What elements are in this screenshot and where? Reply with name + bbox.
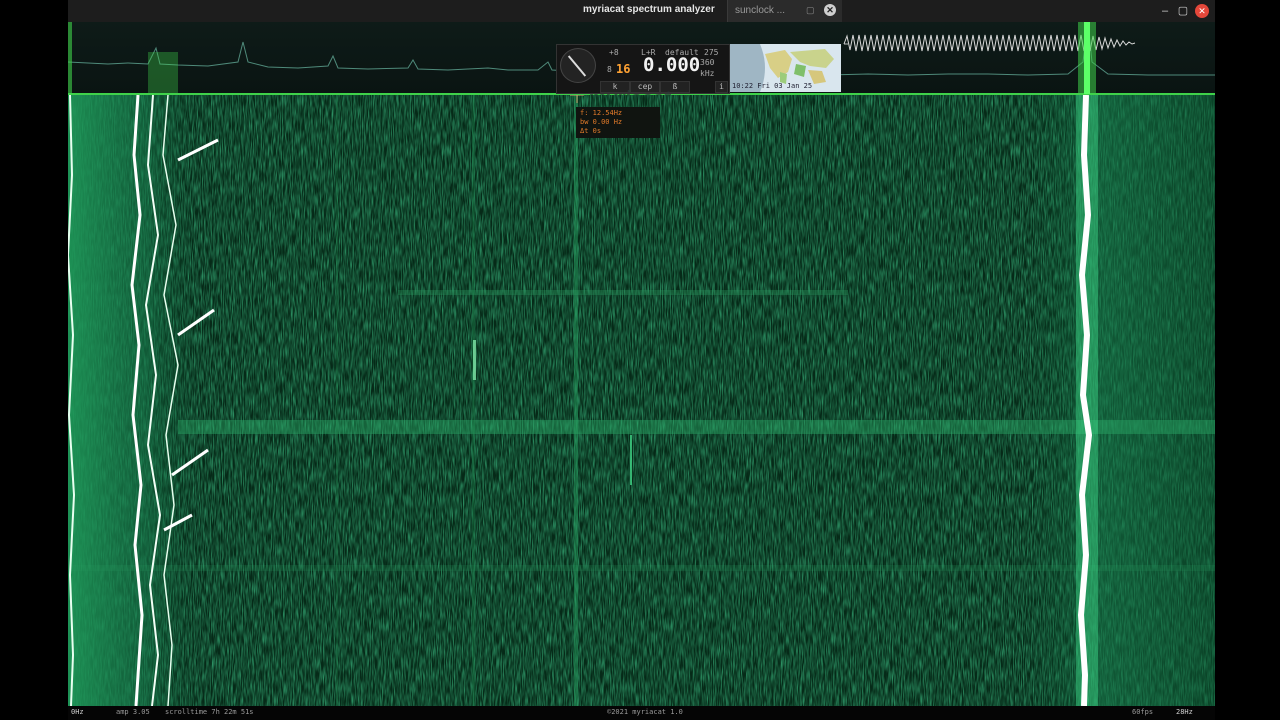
spectrum-plot[interactable]: +8 L+R default 275 8 16 0.000 360 kHz k … xyxy=(68,22,1215,110)
scrolltime-label: scrolltime 7h 22m 51s xyxy=(165,708,254,716)
tab-maximize-icon[interactable]: ▢ xyxy=(806,5,815,16)
close-icon[interactable]: ✕ xyxy=(1195,4,1209,18)
gain-label: +8 xyxy=(609,48,619,57)
amp-label: amp 3.05 xyxy=(116,708,150,716)
waterfall-image xyxy=(68,95,1215,706)
title-bar[interactable]: myriacat spectrum analyzer sunclock ... … xyxy=(68,0,1215,22)
tab-close-icon[interactable]: ✕ xyxy=(824,4,836,16)
info-button[interactable]: i xyxy=(715,81,728,93)
tooltip-bandwidth: bw 0.00 Hz xyxy=(580,118,623,126)
left-letterbox xyxy=(0,0,68,720)
left-frequency-label: 0Hz xyxy=(71,708,84,716)
maximize-icon[interactable]: ▢ xyxy=(1176,4,1190,18)
dial-icon[interactable] xyxy=(560,48,596,83)
value-top: 275 xyxy=(704,48,719,57)
unit-label: kHz xyxy=(700,69,715,78)
frequency-display: 0.000 xyxy=(643,54,701,76)
digit-left: 8 xyxy=(607,65,612,74)
value-right: 360 xyxy=(700,58,715,67)
sunclock-map[interactable]: 10:22 Fri 03 Jan 25 xyxy=(730,44,841,92)
right-letterbox xyxy=(1215,0,1280,720)
copyright-label: ©2021 myriacat 1.0 xyxy=(607,708,683,716)
tab-sunclock[interactable]: sunclock ... ▢ ✕ xyxy=(727,0,842,22)
tab-label: sunclock ... xyxy=(735,5,786,16)
tooltip-frequency: f: 12.54Hz xyxy=(580,109,623,117)
cursor-tooltip: f: 12.54Hz bw 0.00 Hz Δt 0s xyxy=(576,107,660,138)
window-title: myriacat spectrum analyzer xyxy=(583,4,715,15)
sunclock-time: 10:22 Fri 03 Jan 25 xyxy=(732,82,813,90)
spectrum-analyzer-window: myriacat spectrum analyzer sunclock ... … xyxy=(68,0,1215,720)
status-bar: 0Hz amp 3.05 scrolltime 7h 22m 51s ©2021… xyxy=(68,706,1215,720)
control-widget[interactable]: +8 L+R default 275 8 16 0.000 360 kHz k … xyxy=(556,44,730,94)
right-frequency-label: 28Hz xyxy=(1176,708,1193,716)
tooltip-time: Δt 0s xyxy=(580,127,602,135)
digit-display: 16 xyxy=(616,62,631,76)
waterfall-display[interactable]: f: 12.54Hz bw 0.00 Hz Δt 0s xyxy=(68,95,1215,706)
minimize-icon[interactable]: – xyxy=(1158,4,1172,18)
fps-label: 60fps xyxy=(1132,708,1154,716)
